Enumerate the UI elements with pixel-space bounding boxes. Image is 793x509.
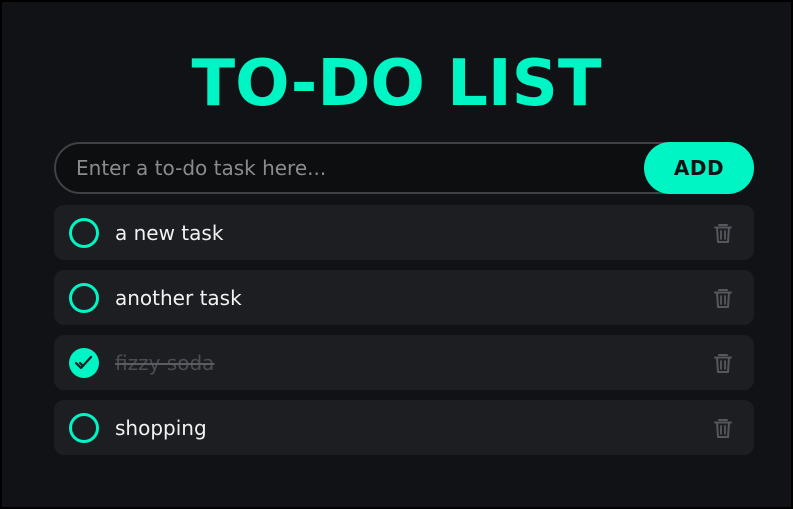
trash-icon[interactable] — [712, 352, 734, 374]
task-text[interactable]: another task — [115, 285, 242, 311]
task-item: fizzy soda — [54, 335, 754, 390]
task-text[interactable]: shopping — [115, 415, 207, 441]
add-task-row: ADD — [54, 142, 754, 194]
task-text[interactable]: a new task — [115, 220, 223, 246]
page-title: TO-DO LIST — [191, 47, 602, 121]
circle-checked-icon[interactable] — [69, 348, 99, 378]
app-frame: TO-DO LIST ADD a new task another task f… — [0, 0, 793, 509]
trash-icon[interactable] — [712, 287, 734, 309]
task-item: shopping — [54, 400, 754, 455]
task-list: a new task another task fizzy soda shopp… — [54, 205, 754, 465]
task-item: another task — [54, 270, 754, 325]
trash-icon[interactable] — [712, 222, 734, 244]
trash-icon[interactable] — [712, 417, 734, 439]
circle-unchecked-icon[interactable] — [69, 218, 99, 248]
task-text[interactable]: fizzy soda — [115, 350, 214, 376]
circle-unchecked-icon[interactable] — [69, 283, 99, 313]
add-button[interactable]: ADD — [644, 142, 754, 194]
circle-unchecked-icon[interactable] — [69, 413, 99, 443]
task-item: a new task — [54, 205, 754, 260]
